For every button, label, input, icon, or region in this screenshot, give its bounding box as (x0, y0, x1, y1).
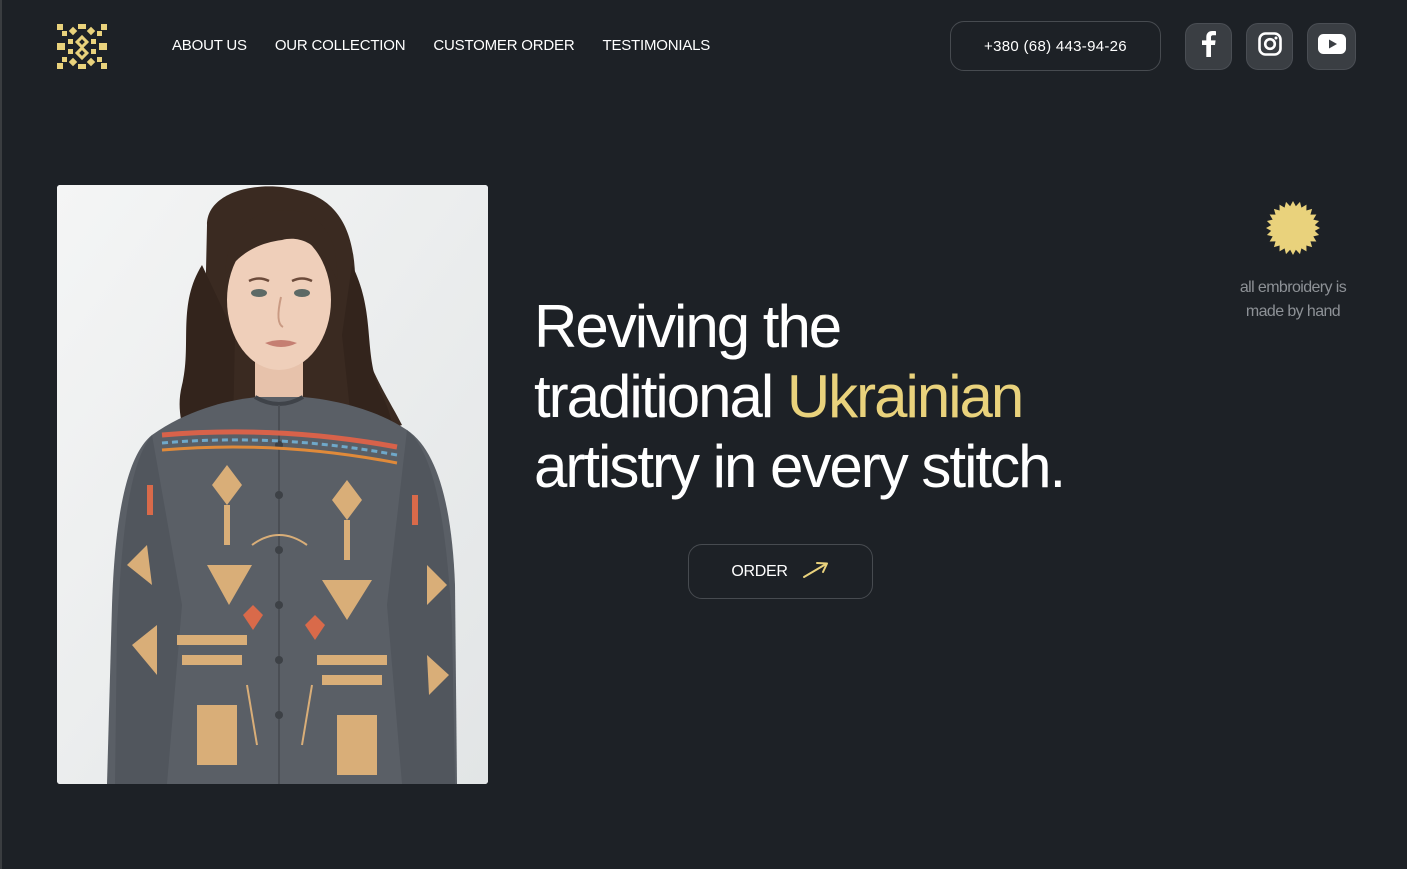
badge-text-line-2: made by hand (1245, 303, 1341, 320)
instagram-button[interactable] (1246, 23, 1293, 70)
order-button-label: ORDER (731, 562, 788, 580)
handmade-badge: all embroidery is made by hand (1222, 200, 1364, 324)
nav-customer-order[interactable]: CUSTOMER ORDER (433, 37, 574, 54)
phone-button[interactable]: +380 (68) 443-94-26 (950, 21, 1161, 71)
youtube-button[interactable] (1307, 23, 1356, 70)
hero-title-line-3: artistry in every stitch. (534, 433, 1066, 500)
facebook-button[interactable] (1185, 23, 1232, 70)
hero-title-accent: Ukrainian (786, 363, 1024, 430)
main-nav: ABOUT US OUR COLLECTION CUSTOMER ORDER T… (172, 37, 710, 54)
nav-testimonials[interactable]: TESTIMONIALS (602, 37, 710, 54)
nav-about-us[interactable]: ABOUT US (172, 37, 247, 54)
logo-icon[interactable] (57, 24, 107, 69)
site-header: ABOUT US OUR COLLECTION CUSTOMER ORDER T… (2, 0, 1407, 95)
social-links (1185, 23, 1356, 70)
badge-text: all embroidery is made by hand (1222, 276, 1364, 324)
arrow-up-right-icon (802, 561, 830, 582)
model-in-embroidered-shirt-photo (57, 185, 488, 784)
hero-title: Reviving the traditional Ukrainian artistr… (534, 292, 1154, 502)
sunburst-badge-icon (1222, 200, 1364, 256)
hero-title-line-1: Reviving the (534, 293, 842, 360)
youtube-icon (1317, 34, 1346, 59)
nav-our-collection[interactable]: OUR COLLECTION (275, 37, 406, 54)
facebook-icon (1201, 31, 1216, 62)
badge-text-line-1: all embroidery is (1239, 279, 1347, 296)
hero-title-line-2-prefix: traditional (534, 363, 787, 430)
order-button[interactable]: ORDER (688, 544, 873, 599)
instagram-icon (1257, 32, 1282, 61)
